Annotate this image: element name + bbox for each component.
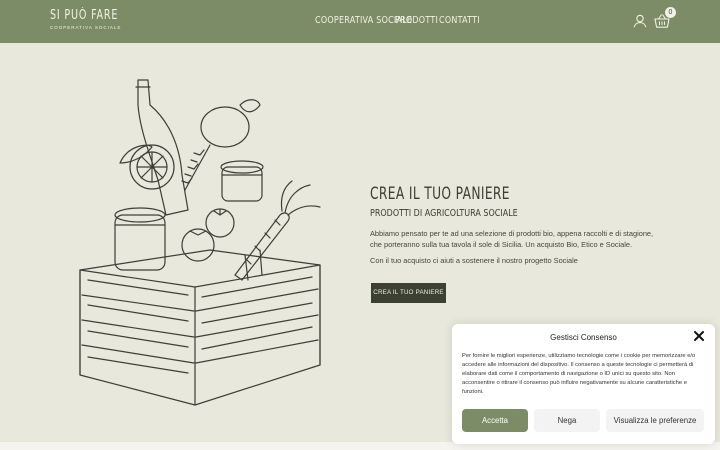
nav-item-contatti[interactable]: CONTATTI bbox=[439, 15, 480, 26]
nav-item-cooperativa[interactable]: COOPERATIVA SOCIALE bbox=[315, 15, 412, 26]
nav-item-prodotti[interactable]: PRODOTTI bbox=[395, 15, 438, 26]
hero-title: CREA IL TUO PANIERE bbox=[370, 184, 510, 204]
logo[interactable]: SI PUÒ FARE COOPERATIVA SOCIALE bbox=[50, 8, 133, 31]
hero-description: Abbiamo pensato per te ad una selezione … bbox=[370, 229, 654, 249]
produce-crate-illustration bbox=[79, 79, 321, 406]
logo-text: SI PUÒ FARE bbox=[50, 8, 119, 23]
user-icon[interactable] bbox=[633, 14, 647, 28]
cart-count-badge: 0 bbox=[665, 7, 676, 18]
site-header: SI PUÒ FARE COOPERATIVA SOCIALE COOPERAT… bbox=[0, 0, 720, 43]
hero-subtitle: PRODOTTI DI AGRICOLTURA SOCIALE bbox=[370, 208, 518, 219]
logo-subtitle: COOPERATIVA SOCIALE bbox=[50, 25, 122, 30]
cookie-consent-banner: Gestisci Consenso Per fornire le miglior… bbox=[452, 324, 715, 444]
main-nav: COOPERATIVA SOCIALE PRODOTTI CONTATTI bbox=[315, 15, 482, 26]
consent-text: Per fornire le migliori esperienze, util… bbox=[462, 353, 696, 395]
consent-title: Gestisci Consenso bbox=[550, 333, 617, 342]
close-icon[interactable] bbox=[693, 330, 705, 342]
accept-button[interactable]: Accetta bbox=[462, 409, 528, 432]
hero-description-2: Con il tuo acquisto ci aiuti a sostenere… bbox=[370, 256, 578, 265]
create-basket-button[interactable]: CREA IL TUO PANIERE bbox=[371, 283, 446, 303]
deny-button[interactable]: Nega bbox=[534, 409, 600, 432]
view-preferences-button[interactable]: Visualizza le preferenze bbox=[606, 409, 704, 432]
